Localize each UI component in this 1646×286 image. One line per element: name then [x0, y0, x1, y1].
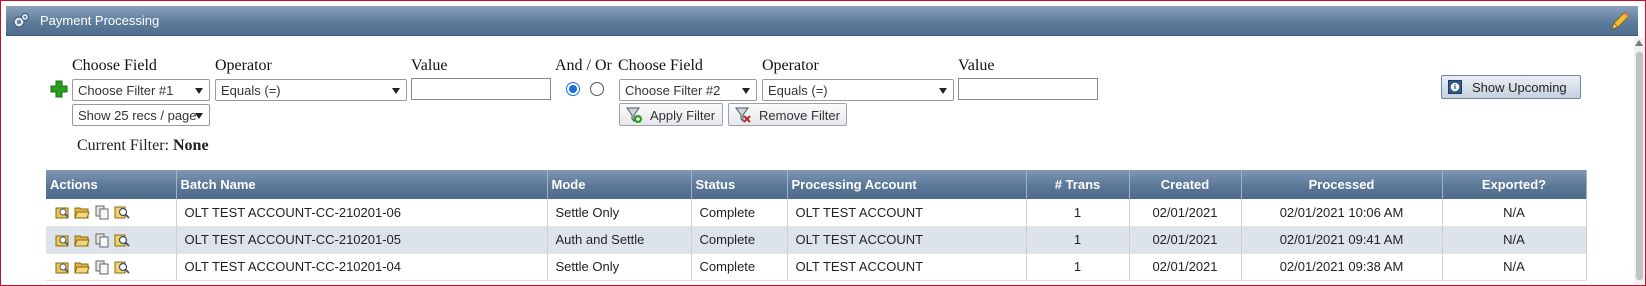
field-select-2[interactable]: Choose Filter #2 — [619, 79, 757, 101]
header-trans[interactable]: # Trans — [1026, 170, 1130, 199]
header-processing-account[interactable]: Processing Account — [787, 170, 1027, 199]
table-header-row: Actions Batch Name Mode Status Processin… — [46, 170, 1587, 199]
choose-field-label-2: Choose Field — [618, 57, 703, 74]
row-exported: N/A — [1442, 226, 1587, 254]
row-status: Complete — [691, 226, 788, 254]
or-radio[interactable] — [590, 82, 604, 96]
info-icon — [1448, 80, 1462, 94]
value-label-2: Value — [958, 57, 995, 74]
operator-label-2: Operator — [762, 57, 819, 74]
field-select-2-value: Choose Filter #2 — [625, 83, 721, 98]
operator-select-2[interactable]: Equals (=) — [762, 79, 954, 101]
table-row[interactable]: OLT TEST ACCOUNT-CC-210201-05 Auth and S… — [46, 226, 1587, 254]
row-actions — [46, 226, 177, 254]
view-icon[interactable] — [54, 259, 70, 275]
header-actions[interactable]: Actions — [46, 170, 177, 199]
window-title: Payment Processing — [40, 13, 160, 28]
row-created: 02/01/2021 — [1129, 253, 1242, 281]
row-trans: 1 — [1026, 226, 1130, 254]
operator-select-2-value: Equals (=) — [768, 83, 828, 98]
row-trans: 1 — [1026, 199, 1130, 227]
row-mode: Auth and Settle — [547, 226, 692, 254]
row-mode: Settle Only — [547, 253, 692, 281]
copy-icon[interactable] — [94, 232, 110, 248]
current-filter-label: Current Filter: — [77, 137, 169, 154]
field-select-1-value: Choose Filter #1 — [78, 83, 174, 98]
search-icon[interactable] — [114, 204, 130, 220]
apply-filter-label: Apply Filter — [650, 108, 716, 123]
row-exported: N/A — [1442, 199, 1587, 227]
batch-table: Actions Batch Name Mode Status Processin… — [46, 170, 1587, 281]
row-batch-name: OLT TEST ACCOUNT-CC-210201-05 — [176, 226, 548, 254]
search-icon[interactable] — [114, 232, 130, 248]
row-exported: N/A — [1442, 253, 1587, 281]
value-input-1[interactable] — [411, 78, 551, 100]
copy-icon[interactable] — [94, 259, 110, 275]
header-exported[interactable]: Exported? — [1442, 170, 1587, 199]
operator-label-1: Operator — [215, 57, 272, 74]
row-actions — [46, 253, 177, 281]
value-label-1: Value — [411, 57, 448, 74]
header-mode[interactable]: Mode — [547, 170, 692, 199]
operator-select-1[interactable]: Equals (=) — [215, 79, 407, 101]
choose-field-label-1: Choose Field — [72, 57, 157, 74]
header-status[interactable]: Status — [691, 170, 788, 199]
page-size-select[interactable]: Show 25 recs / page — [72, 104, 210, 126]
open-folder-icon[interactable] — [74, 232, 90, 248]
row-status: Complete — [691, 253, 788, 281]
view-icon[interactable] — [54, 204, 70, 220]
row-trans: 1 — [1026, 253, 1130, 281]
row-processing-account: OLT TEST ACCOUNT — [787, 199, 1027, 227]
current-filter: Current Filter: None — [77, 137, 209, 155]
current-filter-value: None — [172, 137, 209, 154]
row-batch-name: OLT TEST ACCOUNT-CC-210201-06 — [176, 199, 548, 227]
row-processed: 02/01/2021 10:06 AM — [1241, 199, 1443, 227]
open-folder-icon[interactable] — [74, 259, 90, 275]
remove-filter-label: Remove Filter — [759, 108, 840, 123]
show-upcoming-button[interactable]: Show Upcoming — [1441, 75, 1581, 99]
row-actions — [46, 199, 177, 227]
header-batch-name[interactable]: Batch Name — [176, 170, 548, 199]
row-batch-name: OLT TEST ACCOUNT-CC-210201-04 — [176, 253, 548, 281]
and-radio[interactable] — [566, 82, 580, 96]
header-created[interactable]: Created — [1129, 170, 1242, 199]
row-mode: Settle Only — [547, 199, 692, 227]
table-row[interactable]: OLT TEST ACCOUNT-CC-210201-06 Settle Onl… — [46, 199, 1587, 227]
filter-remove-icon — [735, 107, 751, 123]
filter-apply-icon — [626, 107, 642, 123]
row-processed: 02/01/2021 09:38 AM — [1241, 253, 1443, 281]
row-processing-account: OLT TEST ACCOUNT — [787, 226, 1027, 254]
field-select-1[interactable]: Choose Filter #1 — [72, 79, 210, 101]
header-processed[interactable]: Processed — [1241, 170, 1443, 199]
row-processing-account: OLT TEST ACCOUNT — [787, 253, 1027, 281]
apply-filter-button[interactable]: Apply Filter — [619, 103, 723, 126]
gears-icon — [13, 13, 29, 28]
copy-icon[interactable] — [94, 204, 110, 220]
open-folder-icon[interactable] — [74, 204, 90, 220]
show-upcoming-label: Show Upcoming — [1472, 80, 1567, 95]
remove-filter-button[interactable]: Remove Filter — [728, 103, 847, 126]
table-row[interactable]: OLT TEST ACCOUNT-CC-210201-04 Settle Onl… — [46, 253, 1587, 281]
search-icon[interactable] — [114, 259, 130, 275]
title-bar: Payment Processing — [6, 6, 1638, 36]
operator-select-1-value: Equals (=) — [221, 83, 281, 98]
row-created: 02/01/2021 — [1129, 226, 1242, 254]
and-or-label: And / Or — [555, 57, 612, 74]
plus-icon[interactable] — [50, 80, 68, 98]
value-input-2[interactable] — [958, 78, 1098, 100]
row-processed: 02/01/2021 09:41 AM — [1241, 226, 1443, 254]
pencil-icon[interactable] — [1608, 9, 1632, 33]
scrollbar-thumb[interactable] — [1636, 52, 1643, 280]
row-status: Complete — [691, 199, 788, 227]
scroll-up-arrow[interactable] — [1635, 40, 1643, 46]
page-size-select-value: Show 25 recs / page — [78, 108, 197, 123]
view-icon[interactable] — [54, 232, 70, 248]
row-created: 02/01/2021 — [1129, 199, 1242, 227]
